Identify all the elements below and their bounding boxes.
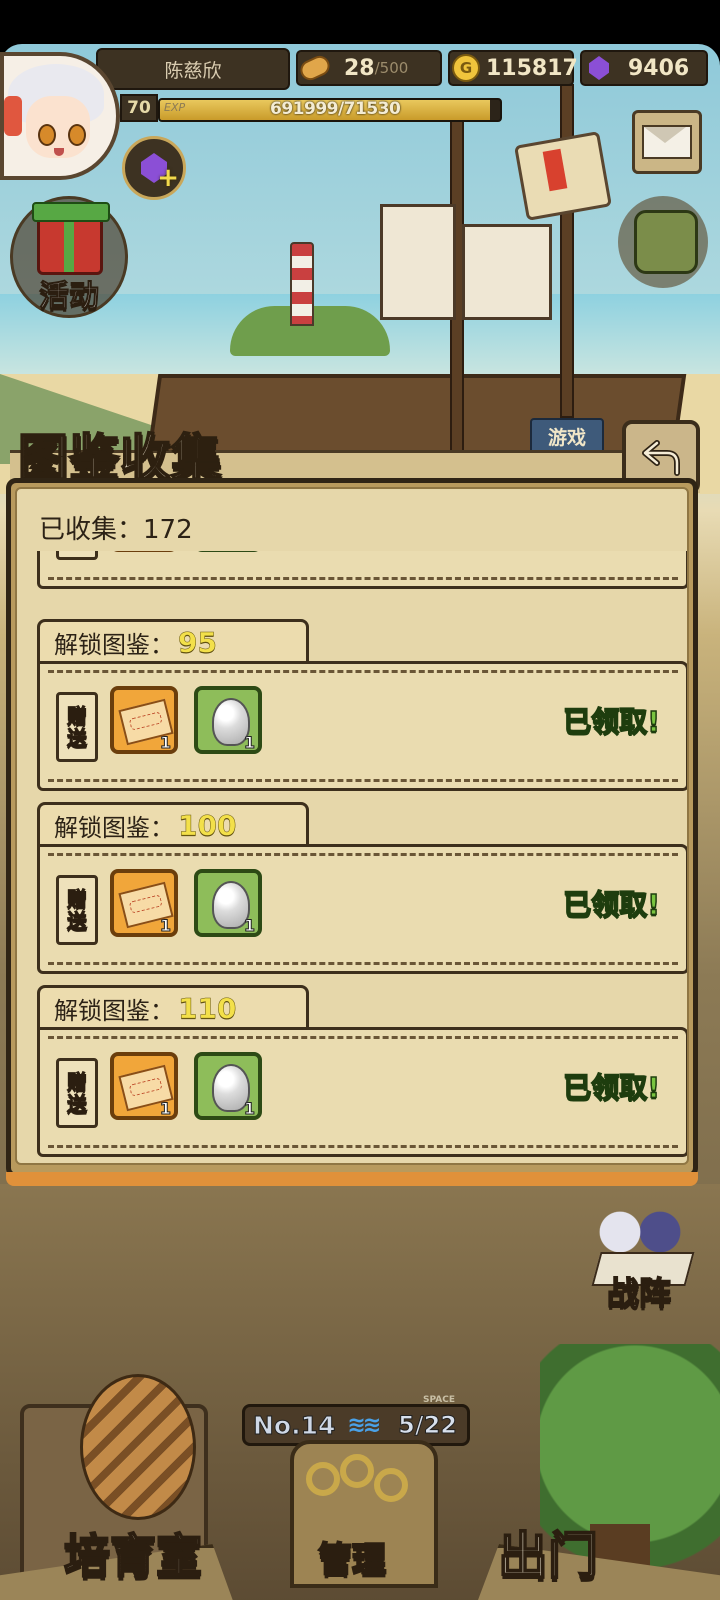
player-name: 陈慈欣 <box>96 48 290 90</box>
ship-sail-2 <box>462 224 552 320</box>
back-arrow-icon <box>642 440 680 476</box>
milestone-tab: 解锁图鉴： 110 <box>37 985 309 1029</box>
gem-value: 9406 <box>628 55 690 81</box>
stamina-counter[interactable]: 28/500 <box>296 50 442 86</box>
collection-panel-inner: 已收集：172 解锁图鉴： 95 赠 送 1 1 已领取! 解锁图鉴： 100 … <box>15 487 689 1165</box>
reward-ticket[interactable]: 1 <box>110 869 178 937</box>
reward-ticket[interactable] <box>110 551 178 552</box>
avatar-bow <box>4 96 22 136</box>
battle-formation-label[interactable]: 战阵 <box>584 1268 694 1314</box>
reward-qty: 1 <box>159 733 171 753</box>
milestone-tab: 解锁图鉴： 95 <box>37 619 309 663</box>
gift-tag-char: 赠 <box>67 704 88 728</box>
reward-qty: 1 <box>159 916 171 936</box>
striped-tail <box>80 1374 196 1520</box>
gift-tag: 赠 送 <box>56 1058 98 1128</box>
gem-counter[interactable]: 9406 <box>580 50 708 86</box>
keys-icon <box>300 1454 420 1524</box>
claimed-status: 已领取! <box>562 887 660 922</box>
exp-label: EXP <box>164 101 186 114</box>
backpack-button[interactable] <box>618 196 708 288</box>
exp-bar: EXP 691999/71530 <box>158 98 502 122</box>
exp-value: 691999/71530 <box>270 99 401 119</box>
space-count: 5/22 <box>398 1411 458 1440</box>
milestone-number: 95 <box>178 626 217 660</box>
gold-coin-icon: G <box>452 54 480 82</box>
envelope-icon <box>642 125 692 159</box>
floor-number: No.14 <box>252 1410 336 1440</box>
player-avatar[interactable] <box>0 52 120 180</box>
milestone-card-body: 赠 送 1 1 已领取! <box>37 844 687 974</box>
gift-tag-char: 赠 <box>67 887 88 911</box>
ship-sail <box>380 204 456 320</box>
milestone-prefix: 解锁图鉴： <box>54 631 174 659</box>
gold-value: 115817 <box>486 55 578 81</box>
gift-tag: 赠 送 <box>56 875 98 945</box>
gift-tag-char: 送 <box>67 1092 88 1116</box>
avatar-eye-right <box>68 124 86 146</box>
game-sign[interactable]: 游戏 <box>530 418 604 454</box>
plus-icon: + <box>157 163 179 193</box>
manage-button[interactable]: 管理 <box>317 1532 387 1581</box>
bread-icon <box>297 52 333 84</box>
activity-label: 活动 <box>39 279 100 315</box>
reward-slime[interactable]: 1 <box>194 686 262 754</box>
gift-tag <box>56 551 98 560</box>
gift-tag-char: 送 <box>67 909 88 933</box>
reward-qty: 1 <box>243 1099 255 1119</box>
purple-gem-icon <box>584 55 614 81</box>
mail-button[interactable] <box>632 110 702 174</box>
reward-ticket[interactable]: 1 <box>110 1052 178 1120</box>
reward-slime[interactable]: 1 <box>194 869 262 937</box>
milestone-prefix: 解锁图鉴： <box>54 814 174 842</box>
claimed-status: 已领取! <box>562 1070 660 1105</box>
gold-counter[interactable]: G 115817 <box>448 50 578 86</box>
milestone-number: 110 <box>178 992 237 1026</box>
game-screen: 陈慈欣 70 EXP 691999/71530 28/500 G 115817 … <box>0 0 720 1600</box>
space-label: SPACE <box>423 1395 455 1405</box>
level-badge: 70 <box>120 94 158 122</box>
reward-slime[interactable]: 1 <box>194 1052 262 1120</box>
go-out-button[interactable]: 出门 <box>497 1516 599 1588</box>
panel-bottom-edge <box>6 1172 698 1186</box>
gift-box-icon <box>32 202 110 275</box>
stamina-max: /500 <box>374 59 409 77</box>
add-gems-button[interactable]: + <box>122 136 186 200</box>
milestone-prefix: 解锁图鉴： <box>54 997 174 1025</box>
milestone-card-body <box>37 551 687 589</box>
reward-qty: 1 <box>243 733 255 753</box>
gift-tag-char: 赠 <box>67 1070 88 1094</box>
activity-button[interactable]: 活动 <box>10 196 128 318</box>
claimed-status: 已领取! <box>562 704 660 739</box>
quest-scroll-button[interactable] <box>510 128 614 228</box>
reward-qty: 1 <box>243 916 255 936</box>
avatar-eye-left <box>38 124 56 146</box>
reward-qty: 1 <box>159 1099 171 1119</box>
milestone-list[interactable]: 解锁图鉴： 95 赠 送 1 1 已领取! 解锁图鉴： 100 赠 送 1 1 … <box>17 551 687 1163</box>
collection-panel: 已收集：172 解锁图鉴： 95 赠 送 1 1 已领取! 解锁图鉴： 100 … <box>6 478 698 1178</box>
collected-count: 已收集：172 <box>39 515 193 545</box>
stamina-value: 28 <box>344 55 375 81</box>
nursery-button[interactable]: 培育室 <box>63 1520 203 1586</box>
milestone-number: 100 <box>178 809 237 843</box>
gift-tag: 赠 送 <box>56 692 98 762</box>
backpack-icon <box>634 210 698 274</box>
milestone-card-body: 赠 送 1 1 已领取! <box>37 661 687 791</box>
milestone-tab: 解锁图鉴： 100 <box>37 802 309 846</box>
water-wave-icon: ≋≋ <box>347 1412 381 1438</box>
reward-ticket[interactable]: 1 <box>110 686 178 754</box>
lighthouse <box>290 242 314 326</box>
gift-tag-char: 送 <box>67 726 88 750</box>
reward-slime[interactable] <box>194 551 262 552</box>
milestone-card-body: 赠 送 1 1 已领取! <box>37 1027 687 1157</box>
